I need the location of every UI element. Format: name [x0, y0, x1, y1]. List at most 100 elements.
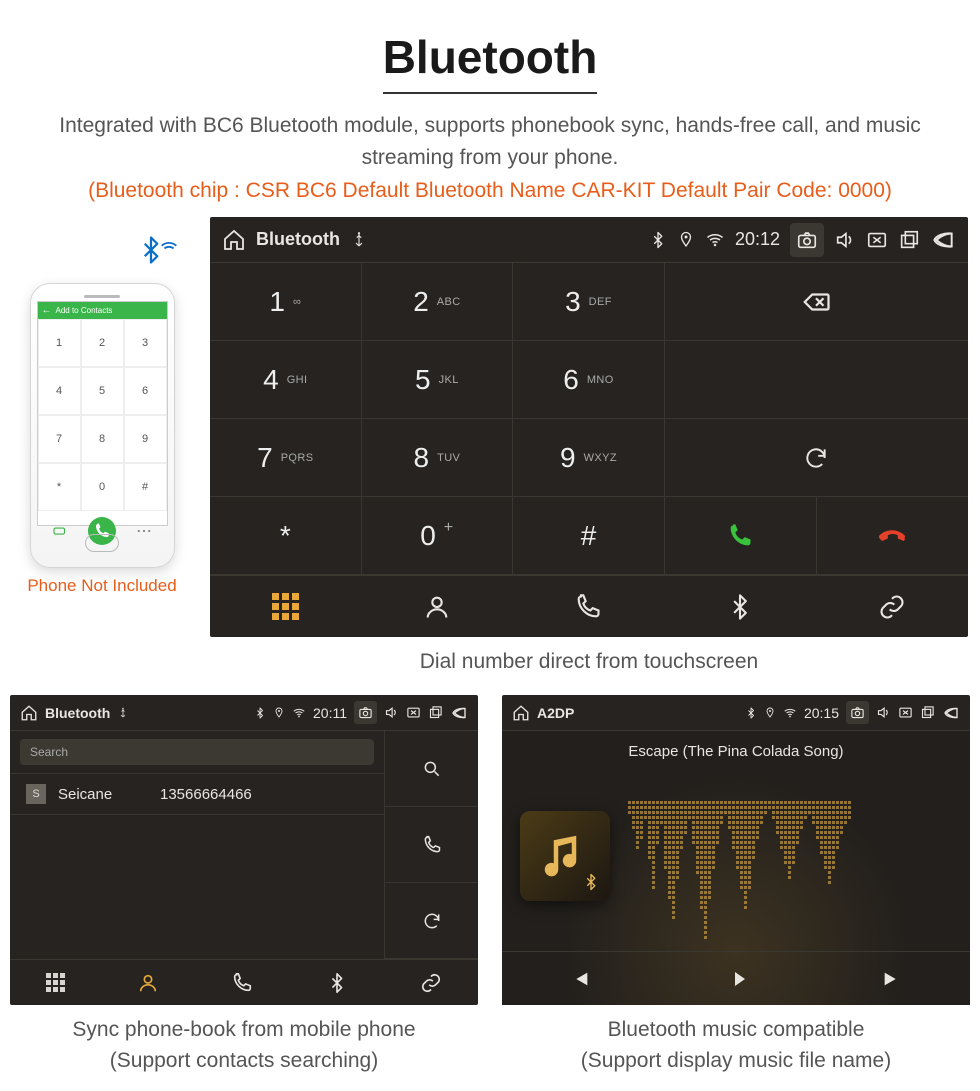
- tab-devices[interactable]: [726, 593, 754, 621]
- key-1[interactable]: 1∞: [210, 263, 362, 341]
- hangup-button[interactable]: [817, 497, 968, 574]
- contact-row[interactable]: S Seicane 13566664466: [10, 773, 384, 814]
- album-art: [520, 811, 610, 901]
- home-icon[interactable]: [512, 704, 530, 722]
- contact-number: 13566664466: [160, 786, 252, 803]
- camera-icon[interactable]: [846, 701, 869, 724]
- status-clock: 20:12: [735, 229, 780, 250]
- recent-apps-icon[interactable]: [428, 705, 443, 720]
- play-button[interactable]: [724, 967, 748, 991]
- search-button[interactable]: [384, 731, 478, 807]
- backspace-icon: [801, 287, 831, 317]
- recent-apps-icon[interactable]: [898, 229, 920, 251]
- wifi-icon: [783, 706, 797, 720]
- tab-history[interactable]: [231, 972, 253, 994]
- visualizer: [628, 801, 952, 911]
- app-title: Bluetooth: [45, 705, 110, 721]
- tab-keypad[interactable]: [46, 973, 65, 992]
- key-3[interactable]: 3DEF: [513, 263, 665, 341]
- search-input[interactable]: Search: [20, 739, 374, 765]
- phone-screen-header: Add to Contacts: [38, 302, 167, 319]
- status-clock: 20:11: [313, 705, 347, 721]
- close-app-icon[interactable]: [406, 705, 421, 720]
- contact-name: Seicane: [58, 786, 148, 803]
- key-6[interactable]: 6MNO: [513, 341, 665, 419]
- key-8[interactable]: 8TUV: [362, 419, 514, 497]
- song-title: Escape (The Pina Colada Song): [628, 743, 843, 760]
- sync-icon: [422, 911, 442, 931]
- sync-contacts-button[interactable]: [384, 883, 478, 959]
- phone-outline-icon: [422, 835, 442, 855]
- back-icon[interactable]: [450, 704, 468, 722]
- location-icon: [677, 231, 695, 249]
- phone-mini-keypad: 123 456 789 *0#: [38, 319, 167, 511]
- key-9[interactable]: 9WXYZ: [513, 419, 665, 497]
- call-button[interactable]: [665, 497, 817, 574]
- key-4[interactable]: 4GHI: [210, 341, 362, 419]
- redial-button[interactable]: [665, 419, 968, 497]
- wifi-icon: [292, 706, 306, 720]
- tab-pair[interactable]: [878, 593, 906, 621]
- bluetooth-icon: [582, 873, 600, 891]
- key-2[interactable]: 2ABC: [362, 263, 514, 341]
- call-icon: [726, 522, 754, 550]
- camera-icon[interactable]: [790, 223, 824, 257]
- next-button[interactable]: [881, 968, 903, 990]
- phone-outline-icon: [231, 972, 253, 994]
- keypad-icon: [46, 973, 65, 992]
- tab-keypad[interactable]: [272, 593, 299, 620]
- tab-devices[interactable]: [326, 972, 348, 994]
- back-icon[interactable]: [930, 227, 956, 253]
- usb-icon: [117, 707, 129, 719]
- hangup-icon: [873, 516, 913, 556]
- music-caption: Bluetooth music compatible (Support disp…: [581, 1015, 891, 1076]
- camera-icon[interactable]: [354, 701, 377, 724]
- dialer-caption: Dial number direct from touchscreen: [210, 647, 968, 677]
- tab-history[interactable]: [574, 593, 602, 621]
- key-star[interactable]: *: [210, 497, 362, 575]
- location-icon: [273, 707, 285, 719]
- phone-backspace-icon: [51, 522, 69, 540]
- close-app-icon[interactable]: [898, 705, 913, 720]
- contacts-unit: Bluetooth 20:11 Search S Seicane: [10, 695, 478, 1005]
- home-icon[interactable]: [222, 228, 246, 252]
- phone-caption: Phone Not Included: [27, 576, 176, 596]
- app-title: A2DP: [537, 705, 574, 721]
- bluetooth-icon: [254, 707, 266, 719]
- status-clock: 20:15: [804, 705, 839, 721]
- next-icon: [881, 968, 903, 990]
- key-0[interactable]: 0+: [362, 497, 514, 575]
- tab-pair[interactable]: [420, 972, 442, 994]
- key-hash[interactable]: #: [513, 497, 665, 575]
- wifi-icon: [705, 230, 725, 250]
- tab-contacts[interactable]: [423, 593, 451, 621]
- bluetooth-icon: [649, 231, 667, 249]
- sync-icon: [803, 445, 829, 471]
- tab-contacts[interactable]: [137, 972, 159, 994]
- close-app-icon[interactable]: [866, 229, 888, 251]
- home-icon[interactable]: [20, 704, 38, 722]
- link-icon: [878, 593, 906, 621]
- bluetooth-wave-icon: [136, 235, 166, 265]
- usb-icon: [350, 231, 368, 249]
- keypad-icon: [272, 593, 299, 620]
- backspace-button[interactable]: [665, 263, 968, 341]
- volume-icon[interactable]: [384, 705, 399, 720]
- user-icon: [423, 593, 451, 621]
- key-7[interactable]: 7PQRS: [210, 419, 362, 497]
- search-icon: [422, 759, 442, 779]
- bluetooth-icon: [326, 972, 348, 994]
- contact-initial-badge: S: [26, 784, 46, 804]
- prev-button[interactable]: [569, 968, 591, 990]
- link-icon: [420, 972, 442, 994]
- volume-icon[interactable]: [834, 229, 856, 251]
- call-contact-button[interactable]: [384, 807, 478, 883]
- page-title: Bluetooth: [383, 30, 598, 94]
- back-icon[interactable]: [942, 704, 960, 722]
- location-icon: [764, 707, 776, 719]
- recent-apps-icon[interactable]: [920, 705, 935, 720]
- volume-icon[interactable]: [876, 705, 891, 720]
- phone-menu-icon: [135, 522, 153, 540]
- key-5[interactable]: 5JKL: [362, 341, 514, 419]
- app-title: Bluetooth: [256, 229, 340, 250]
